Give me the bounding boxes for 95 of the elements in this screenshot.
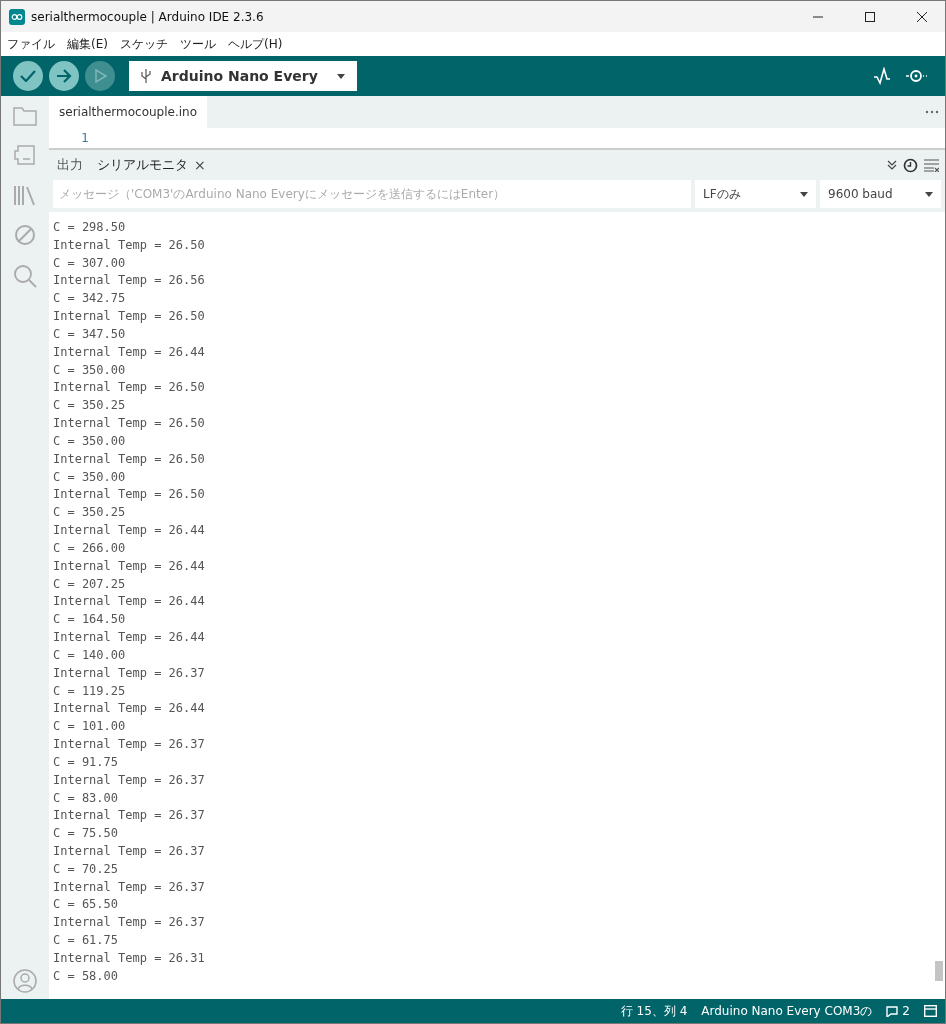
library-button[interactable] xyxy=(13,184,37,206)
serial-output-line: C = 83.00 xyxy=(53,789,119,807)
clear-output-icon[interactable] xyxy=(924,158,939,172)
serial-output-line: Internal Temp = 26.37 xyxy=(53,771,205,789)
panel-tab[interactable]: 出力 xyxy=(57,156,83,174)
board-manager-button[interactable] xyxy=(13,144,37,166)
board-icon xyxy=(13,144,37,166)
caret-icon xyxy=(337,73,345,79)
serial-output-line: C = 307.00 xyxy=(53,254,126,272)
app-logo-icon xyxy=(9,8,25,25)
serial-output-line: Internal Temp = 26.50 xyxy=(53,486,205,504)
serial-output-line: C = 342.75 xyxy=(53,290,126,308)
serial-output-line: Internal Temp = 26.37 xyxy=(53,664,205,682)
serial-output-line: Internal Temp = 26.44 xyxy=(53,522,205,540)
autoscroll-icon[interactable] xyxy=(887,160,897,170)
checkmark-icon xyxy=(20,70,36,82)
serial-output-line: C = 164.50 xyxy=(53,611,126,629)
debug-sidebar-button[interactable] xyxy=(14,224,36,246)
board-port-status[interactable]: Arduino Nano Every COM3の xyxy=(701,1002,873,1020)
serial-output-line: Internal Temp = 26.37 xyxy=(53,807,205,825)
serial-output-line: Internal Temp = 26.44 xyxy=(53,557,205,575)
profile-button[interactable] xyxy=(13,969,37,993)
clock-icon[interactable] xyxy=(903,157,918,173)
serial-output-line: Internal Temp = 26.50 xyxy=(53,308,205,326)
serial-output-line: Internal Temp = 26.37 xyxy=(53,914,205,932)
serial-output-line: C = 65.50 xyxy=(53,896,119,914)
serial-output-line: Internal Temp = 26.37 xyxy=(53,878,205,896)
profile-icon xyxy=(13,969,37,993)
serial-output-line: Internal Temp = 26.37 xyxy=(53,843,205,860)
arrow-icon xyxy=(56,69,72,83)
serial-output-line: Internal Temp = 26.44 xyxy=(53,593,205,611)
serial-output-line: C = 350.00 xyxy=(53,432,126,450)
serial-output-line: Internal Temp = 26.44 xyxy=(53,343,205,361)
serial-output-line: C = 298.50 xyxy=(53,219,126,236)
serial-output-line: C = 101.00 xyxy=(53,718,126,736)
prohibited-icon xyxy=(14,224,36,246)
serial-monitor-icon xyxy=(905,67,929,85)
menu-item[interactable]: スケッチ xyxy=(119,33,168,55)
serial-output-line: Internal Temp = 26.50 xyxy=(53,379,205,397)
line-ending-dropdown[interactable]: LFのみ xyxy=(695,180,816,208)
more-icon xyxy=(925,110,939,114)
caret-icon xyxy=(925,191,933,197)
notification-count: 2 xyxy=(902,1004,910,1018)
usb-icon xyxy=(141,68,151,84)
books-icon xyxy=(13,184,37,206)
serial-output-line: C = 350.25 xyxy=(53,397,126,415)
serial-output-line: C = 266.00 xyxy=(53,539,126,557)
serial-output-line: Internal Temp = 26.50 xyxy=(53,415,205,433)
window-title: serialthermocouple | Arduino IDE 2.3.6 xyxy=(31,9,265,24)
verify-button[interactable] xyxy=(13,61,43,91)
serial-output-line: C = 347.50 xyxy=(53,325,126,343)
serial-output-line: C = 58.00 xyxy=(53,967,119,985)
menu-item[interactable]: ヘルプ(H) xyxy=(227,33,283,55)
panel-tab[interactable]: シリアルモニタ × xyxy=(97,156,206,174)
caret-icon xyxy=(800,191,808,197)
serial-output-line: Internal Temp = 26.37 xyxy=(53,736,205,753)
serial-output-line: Internal Temp = 26.50 xyxy=(53,450,205,468)
search-button[interactable] xyxy=(13,264,37,288)
upload-button[interactable] xyxy=(49,61,79,91)
folder-icon xyxy=(13,106,37,126)
board-selector[interactable]: Arduino Nano Every xyxy=(129,61,357,91)
baud-rate-dropdown[interactable]: 9600 baud xyxy=(820,180,941,208)
serial-output-line: Internal Temp = 26.44 xyxy=(53,700,205,718)
debug-button[interactable] xyxy=(85,61,115,91)
serial-output-line: Internal Temp = 26.31 xyxy=(53,949,205,967)
menu-item[interactable]: ファイル xyxy=(7,33,55,55)
line-number: 1 xyxy=(80,131,90,145)
serial-output-line: C = 207.25 xyxy=(53,575,126,593)
serial-output-line: Internal Temp = 26.56 xyxy=(53,272,205,290)
close-icon xyxy=(917,11,927,22)
serial-output-line: C = 75.50 xyxy=(53,825,119,843)
close-tab-icon[interactable]: × xyxy=(194,157,206,173)
serial-output-line: Internal Temp = 26.50 xyxy=(53,236,205,254)
panel-toggle-icon[interactable] xyxy=(924,1005,937,1017)
serial-output-line: C = 61.75 xyxy=(53,932,119,950)
play-icon xyxy=(92,68,108,84)
pulse-icon xyxy=(873,67,891,85)
folder-button[interactable] xyxy=(13,106,37,126)
file-tab[interactable]: serialthermocouple.ino xyxy=(49,96,207,128)
serial-output-line: C = 350.00 xyxy=(53,361,126,379)
serial-output-line: Internal Temp = 26.44 xyxy=(53,629,205,647)
menu-item[interactable]: 編集(E) xyxy=(67,33,108,55)
menu-item[interactable]: ツール xyxy=(179,33,216,55)
serial-output-line: C = 119.25 xyxy=(53,682,126,700)
serial-output-line: C = 70.25 xyxy=(53,860,119,878)
serial-output-line: C = 140.00 xyxy=(53,646,126,664)
serial-output-line: C = 350.00 xyxy=(53,468,126,486)
maximize-icon xyxy=(865,11,875,22)
cursor-position: 行 15、列 4 xyxy=(620,1002,688,1020)
serial-output-line: C = 350.25 xyxy=(53,504,126,522)
search-icon xyxy=(13,264,37,288)
message-field[interactable]: メッセージ（'COM3'のArduino Nano Everyにメッセージを送信するにはEnter） xyxy=(53,180,691,208)
notification-icon[interactable] xyxy=(886,1005,899,1017)
scrollbar-thumb[interactable] xyxy=(935,961,943,981)
serial-output-line: C = 91.75 xyxy=(53,753,119,771)
